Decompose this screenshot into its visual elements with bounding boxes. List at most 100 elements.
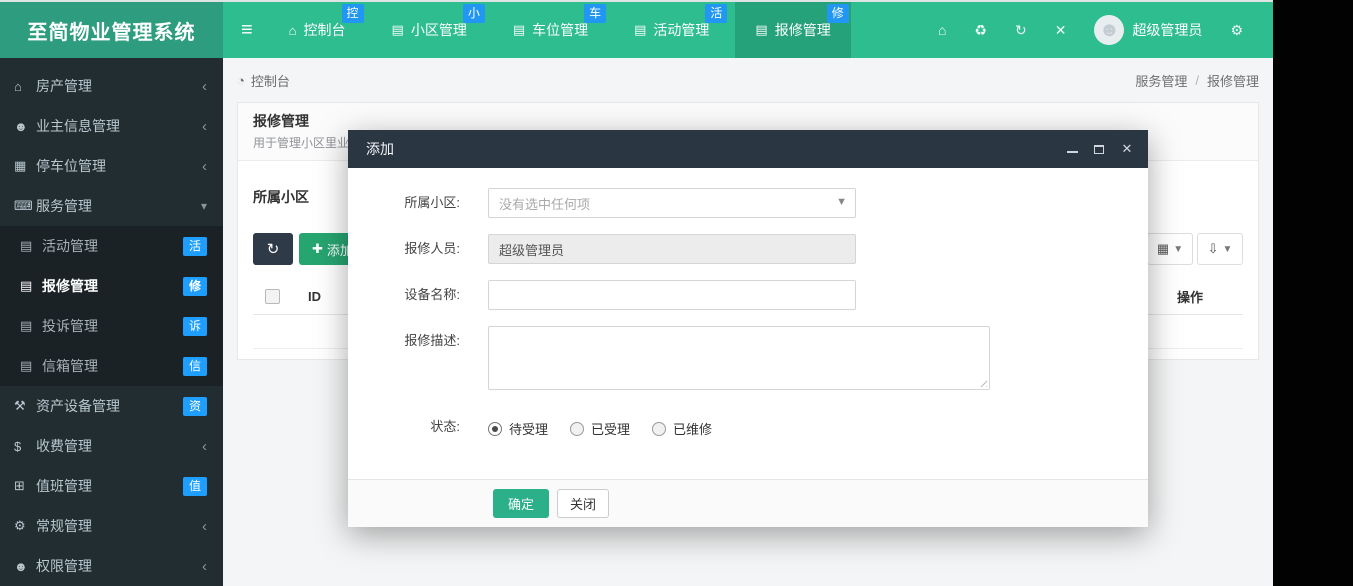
nav-badge: 小 — [463, 4, 485, 23]
breadcrumb-service-link[interactable]: 服务管理 — [1135, 71, 1187, 90]
tools-icon: ⚒ — [14, 398, 36, 414]
column-header-action: 操作 — [1177, 287, 1203, 306]
radio-repaired[interactable]: 已维修 — [652, 419, 712, 438]
caret-down-icon: ▼ — [1173, 244, 1183, 255]
device-name-field[interactable] — [488, 280, 856, 310]
settings-gear-icon[interactable]: ⚙ — [1216, 22, 1257, 39]
select-all-checkbox[interactable] — [265, 289, 280, 304]
form-row-reporter: 报修人员: — [348, 234, 1148, 264]
topnav-item-repair[interactable]: ▤ 报修管理 修 — [735, 2, 850, 58]
minimize-icon[interactable] — [1067, 145, 1078, 153]
radio-selected-icon — [488, 422, 502, 436]
user-icon: ☻ — [14, 119, 36, 134]
status-label: 状态: — [348, 419, 488, 438]
sidebar-item-duty[interactable]: ⊞ 值班管理 值 — [0, 466, 223, 506]
close-icon[interactable]: ✕ — [1120, 142, 1134, 156]
sidebar-badge: 修 — [183, 277, 207, 296]
list-icon: ▤ — [634, 22, 646, 38]
chevron-left-icon: ‹ — [202, 558, 207, 575]
radio-accepted[interactable]: 已受理 — [570, 419, 630, 438]
description-label: 报修描述: — [348, 326, 488, 393]
parking-icon: ▦ — [14, 158, 36, 174]
radio-pending[interactable]: 待受理 — [488, 419, 548, 438]
chevron-left-icon: ‹ — [202, 78, 207, 95]
avatar: ☻ — [1094, 15, 1124, 45]
add-dialog: 添加 ✕ 所属小区: 没有选中任何项 ▼ — [348, 130, 1148, 527]
top-navigation: ≡ ⌂ 控制台 控 ▤ 小区管理 小 ▤ 车位管理 车 ▤ — [223, 2, 1273, 58]
community-select-value: 没有选中任何项 — [499, 194, 590, 213]
topnav-label: 小区管理 — [411, 20, 467, 40]
sidebar-item-service[interactable]: ⌨ 服务管理 ▾ — [0, 186, 223, 226]
dialog-title: 添加 — [366, 139, 394, 159]
user-menu[interactable]: ☻ 超级管理员 — [1080, 15, 1216, 45]
app-logo[interactable]: 至简物业管理系统 — [0, 2, 223, 58]
sidebar-badge: 值 — [183, 477, 207, 496]
column-header-id: ID — [308, 289, 321, 304]
community-control: 没有选中任何项 ▼ — [488, 188, 856, 218]
home-icon[interactable]: ⌂ — [924, 22, 960, 38]
chevron-down-icon: ▾ — [201, 199, 207, 213]
list-icon: ▤ — [755, 22, 767, 38]
sidebar-item-complaint[interactable]: ▤ 投诉管理 诉 — [0, 306, 223, 346]
nav-badge: 车 — [584, 4, 606, 23]
service-submenu: ▤ 活动管理 活 ▤ 报修管理 修 ▤ 投诉管理 诉 — [0, 226, 223, 386]
close-button[interactable]: 关闭 — [557, 489, 609, 518]
community-filter-label: 所属小区 — [253, 189, 309, 205]
sidebar-item-property[interactable]: ⌂ 房产管理 ‹ — [0, 66, 223, 106]
dialog-header[interactable]: 添加 ✕ — [348, 130, 1148, 168]
breadcrumb: ◔ 控制台 服务管理 / 报修管理 — [223, 58, 1273, 102]
community-select[interactable]: 没有选中任何项 — [488, 188, 856, 218]
confirm-button[interactable]: 确定 — [493, 489, 549, 518]
sidebar: ⌂ 房产管理 ‹ ☻ 业主信息管理 ‹ ▦ 停车位管理 ‹ ⌨ 服务管理 — [0, 58, 223, 586]
topnav-item-activity[interactable]: ▤ 活动管理 活 — [614, 2, 729, 58]
screen-black-strip — [1273, 0, 1353, 586]
sidebar-item-general[interactable]: ⚙ 常规管理 ‹ — [0, 506, 223, 546]
topnav-item-console[interactable]: ⌂ 控制台 控 — [269, 2, 366, 58]
topnav-item-parking[interactable]: ▤ 车位管理 车 — [493, 2, 608, 58]
fullscreen-icon[interactable]: ✕ — [1041, 22, 1081, 39]
topnav-label: 控制台 — [304, 20, 346, 40]
breadcrumb-console[interactable]: ◔ 控制台 — [237, 71, 290, 90]
list-icon: ▤ — [513, 22, 525, 38]
page-title: 报修管理 — [253, 111, 1243, 131]
form-row-status: 状态: 待受理 已受理 已维修 — [348, 419, 1148, 438]
home-icon: ⌂ — [14, 79, 36, 94]
sidebar-item-owner-info[interactable]: ☻ 业主信息管理 ‹ — [0, 106, 223, 146]
refresh-button[interactable]: ↻ — [253, 233, 293, 265]
nav-badge: 活 — [705, 4, 727, 23]
nav-badge: 修 — [827, 4, 849, 23]
radio-unselected-icon — [652, 422, 666, 436]
form-row-community: 所属小区: 没有选中任何项 ▼ — [348, 188, 1148, 218]
refresh-icon[interactable]: ↻ — [1001, 22, 1041, 39]
trash-icon[interactable]: ♻ — [960, 22, 1001, 39]
breadcrumb-separator: / — [1195, 73, 1199, 88]
topbar-right-tools: ⌂ ♻ ↻ ✕ ☻ 超级管理员 ⚙ — [924, 2, 1273, 58]
menu-toggle-icon[interactable]: ≡ — [223, 19, 269, 42]
description-field[interactable] — [488, 326, 990, 390]
sidebar-badge: 信 — [183, 357, 207, 376]
breadcrumb-current: 报修管理 — [1207, 71, 1259, 90]
sidebar-item-fees[interactable]: $ 收费管理 ‹ — [0, 426, 223, 466]
sidebar-item-assets[interactable]: ⚒ 资产设备管理 资 — [0, 386, 223, 426]
reporter-label: 报修人员: — [348, 234, 488, 264]
plus-icon: ✚ — [312, 241, 323, 257]
sidebar-item-parking[interactable]: ▦ 停车位管理 ‹ — [0, 146, 223, 186]
form-row-description: 报修描述: — [348, 326, 1148, 393]
app-window: 至简物业管理系统 ≡ ⌂ 控制台 控 ▤ 小区管理 小 ▤ 车位管理 车 — [0, 0, 1273, 586]
sidebar-item-repair[interactable]: ▤ 报修管理 修 — [0, 266, 223, 306]
topnav-item-community[interactable]: ▤ 小区管理 小 — [372, 2, 487, 58]
dollar-icon: $ — [14, 439, 36, 454]
users-icon: ☻ — [14, 559, 36, 574]
maximize-icon[interactable] — [1094, 145, 1104, 154]
columns-dropdown-button[interactable]: ▦ ▼ — [1147, 233, 1193, 265]
sidebar-item-mailbox[interactable]: ▤ 信箱管理 信 — [0, 346, 223, 386]
chevron-left-icon: ‹ — [202, 438, 207, 455]
caret-down-icon: ▼ — [1223, 244, 1233, 255]
sidebar-item-permissions[interactable]: ☻ 权限管理 ‹ — [0, 546, 223, 586]
export-icon: ⇩ — [1208, 241, 1219, 257]
sidebar-item-activity[interactable]: ▤ 活动管理 活 — [0, 226, 223, 266]
dialog-body: 所属小区: 没有选中任何项 ▼ 报修人员: 设备名称: — [348, 168, 1148, 479]
chevron-left-icon: ‹ — [202, 118, 207, 135]
export-dropdown-button[interactable]: ⇩ ▼ — [1197, 233, 1243, 265]
dialog-controls: ✕ — [1067, 142, 1134, 156]
